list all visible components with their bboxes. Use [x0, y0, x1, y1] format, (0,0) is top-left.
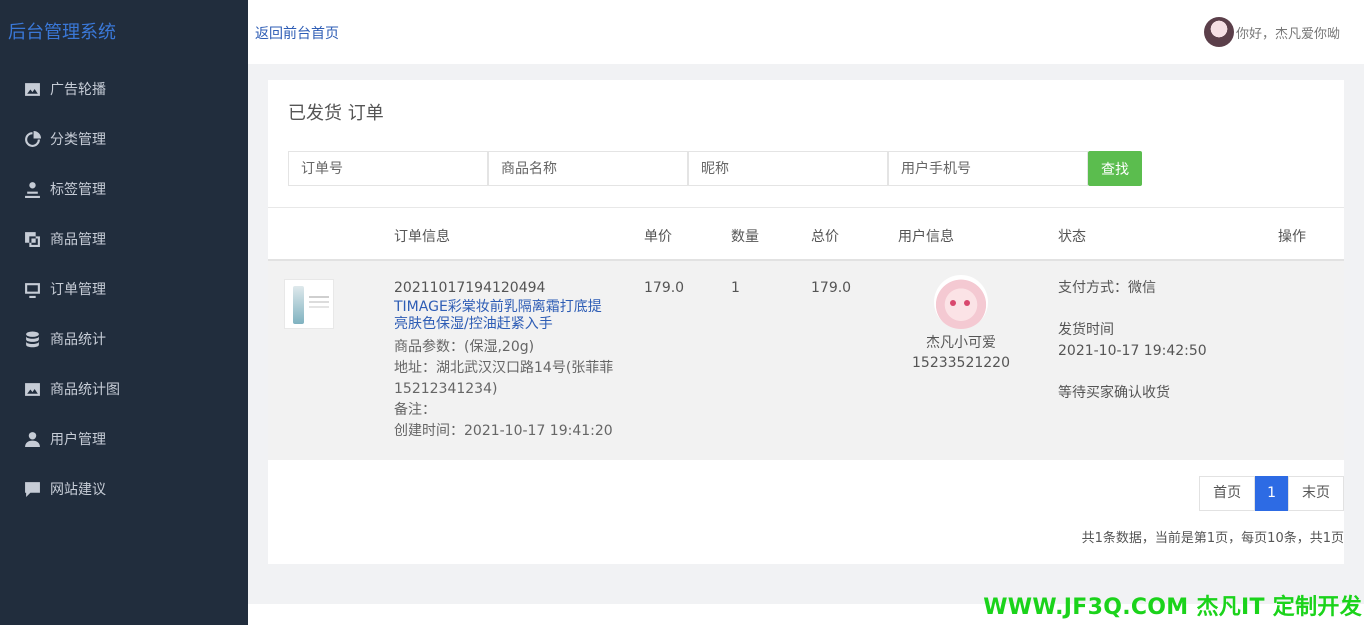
sidebar-item-stats-chart[interactable]: 商品统计图	[0, 364, 248, 414]
order-no-input[interactable]	[288, 151, 488, 186]
user-menu[interactable]: 你好，杰凡爱你呦	[1203, 17, 1340, 47]
search-button[interactable]: 查找	[1088, 151, 1142, 186]
sidebar-item-label: 商品统计图	[50, 382, 120, 398]
order-number: 20211017194120494	[394, 280, 546, 296]
pagination-info: 共1条数据，当前是第1页，每页10条，共1页	[1081, 531, 1344, 546]
header-status: 状态	[1058, 229, 1086, 245]
order-info-cell: 20211017194120494 TIMAGE彩棠妆前乳隔离霜打底提亮肤色保湿…	[394, 278, 624, 442]
sidebar-item-label: 商品统计	[50, 332, 106, 348]
header-user-info: 用户信息	[898, 229, 954, 245]
database-icon	[24, 331, 41, 348]
header-total: 总价	[811, 229, 839, 245]
sidebar-item-ad-carousel[interactable]: 广告轮播	[0, 64, 248, 114]
header-unit-price: 单价	[644, 229, 672, 245]
orders-table: 订单信息 单价 数量 总价 用户信息 状态 操作 202110171941204…	[268, 207, 1344, 460]
sidebar-item-products[interactable]: 商品管理	[0, 214, 248, 264]
sidebar-item-label: 订单管理	[50, 282, 106, 298]
person-tag-icon	[24, 181, 41, 198]
nickname-input[interactable]	[688, 151, 888, 186]
first-page-button[interactable]: 首页	[1199, 476, 1256, 511]
status-cell: 支付方式：微信 发货时间 2021-10-17 19:42:50 等待买家确认收…	[1058, 278, 1207, 404]
table-header: 订单信息 单价 数量 总价 用户信息 状态 操作	[268, 207, 1344, 261]
ship-time-label: 发货时间	[1058, 322, 1114, 338]
user-info-cell: 杰凡小可爱 15233521220	[886, 275, 1036, 373]
user-icon	[24, 431, 41, 448]
user-nickname: 杰凡小可爱	[926, 335, 996, 351]
header-action: 操作	[1278, 229, 1306, 245]
monitor-icon	[24, 281, 41, 298]
page-title: 已发货 订单	[288, 103, 384, 124]
sidebar-item-label: 用户管理	[50, 432, 106, 448]
pagination: 首页 1 末页	[1199, 476, 1344, 511]
sidebar-item-label: 网站建议	[50, 482, 106, 498]
phone-input[interactable]	[888, 151, 1088, 186]
app-title: 后台管理系统	[8, 22, 116, 43]
sidebar-item-orders[interactable]: 订单管理	[0, 264, 248, 314]
sidebar-menu: 广告轮播 分类管理 标签管理 商品管理 订单管理 商品统计 商品统计图 用户管理…	[0, 64, 248, 514]
sidebar-item-label: 广告轮播	[50, 82, 106, 98]
orders-panel: 已发货 订单 查找 订单信息 单价 数量 总价 用户信息 状态 操作 20211…	[268, 80, 1344, 564]
image-icon	[24, 81, 41, 98]
sidebar-item-category[interactable]: 分类管理	[0, 114, 248, 164]
user-phone: 15233521220	[912, 355, 1010, 371]
sidebar-item-label: 商品管理	[50, 232, 106, 248]
chat-icon	[24, 481, 41, 498]
watermark-brand: WWW.JF3Q.COM 杰凡IT 定制开发	[983, 595, 1362, 620]
product-params: 商品参数：(保湿,20g)	[394, 339, 535, 355]
sidebar-item-users[interactable]: 用户管理	[0, 414, 248, 464]
back-to-frontend-link[interactable]: 返回前台首页	[255, 23, 339, 43]
copy-icon	[24, 231, 41, 248]
last-page-button[interactable]: 末页	[1288, 476, 1344, 511]
payment-method: 支付方式：微信	[1058, 280, 1156, 296]
avatar[interactable]	[1203, 17, 1234, 47]
shipping-address: 地址：湖北武汉汉口路14号(张菲菲15212341234)	[394, 360, 614, 397]
sidebar-item-label: 标签管理	[50, 182, 106, 198]
unit-price: 179.0	[644, 280, 685, 296]
top-bar: 返回前台首页 你好，杰凡爱你呦	[248, 0, 1364, 64]
status-badge: 等待买家确认收货	[1058, 385, 1170, 401]
table-row: 20211017194120494 TIMAGE彩棠妆前乳隔离霜打底提亮肤色保湿…	[268, 261, 1344, 460]
sidebar-item-tags[interactable]: 标签管理	[0, 164, 248, 214]
product-name-input[interactable]	[488, 151, 688, 186]
header-quantity: 数量	[731, 229, 759, 245]
quantity: 1	[731, 280, 740, 296]
product-name-link[interactable]: TIMAGE彩棠妆前乳隔离霜打底提亮肤色保湿/控油赶紧入手	[394, 299, 614, 333]
page-number-current[interactable]: 1	[1255, 476, 1288, 511]
search-form: 查找	[288, 151, 1142, 186]
order-remark: 备注：	[394, 402, 436, 418]
sidebar-item-product-stats[interactable]: 商品统计	[0, 314, 248, 364]
order-created-time: 创建时间：2021-10-17 19:41:20	[394, 423, 613, 439]
sidebar-item-label: 分类管理	[50, 132, 106, 148]
sidebar-item-suggestions[interactable]: 网站建议	[0, 464, 248, 514]
image-icon	[24, 381, 41, 398]
total-price: 179.0	[811, 280, 852, 296]
user-avatar	[934, 275, 988, 329]
user-greeting: 你好，杰凡爱你呦	[1235, 26, 1340, 42]
sidebar: 后台管理系统 广告轮播 分类管理 标签管理 商品管理 订单管理 商品统计 商品统…	[0, 0, 248, 625]
pie-chart-icon	[24, 130, 41, 148]
header-order-info: 订单信息	[394, 229, 450, 245]
product-thumbnail[interactable]	[284, 279, 334, 329]
ship-time: 2021-10-17 19:42:50	[1058, 343, 1207, 359]
